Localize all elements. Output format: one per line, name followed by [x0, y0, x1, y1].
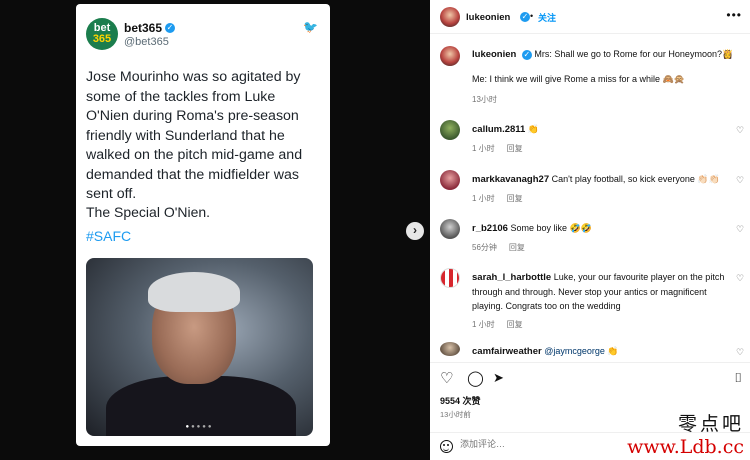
post-header: lukeonien ✓ • 关注 •••	[430, 0, 750, 34]
tweet-author: bet365 ✓ @bet365	[124, 20, 176, 48]
mourinho-photo: ●●●●●	[86, 258, 313, 436]
comment: camfairweather @jaymcgeorge 👏	[472, 344, 722, 360]
comment-username[interactable]: sarah_l_harbottle	[472, 272, 551, 283]
caption-timestamp: 13小时	[472, 95, 497, 104]
comment-username[interactable]: r_b2106	[472, 223, 508, 234]
comment-time: 1 小时	[472, 144, 495, 153]
save-icon[interactable]: ⌷	[734, 370, 742, 386]
comment-avatar[interactable]	[440, 120, 460, 140]
caption-line2: Me: I think we will give Rome a miss for…	[472, 74, 685, 84]
comment-avatar[interactable]	[440, 268, 460, 288]
site-watermark: 零点吧 www.Ldb.cc	[627, 409, 744, 458]
post-side-panel: lukeonien ✓ • 关注 ••• lukeonien ✓ Mrs: Sh…	[430, 0, 750, 460]
watermark-line2: www.Ldb.cc	[627, 436, 744, 458]
carousel-dots: ●●●●●	[185, 424, 214, 430]
like-comment-icon[interactable]: ♡	[736, 348, 744, 357]
tweet-body: Jose Mourinho was so agitated by some of…	[86, 69, 303, 202]
reply-button[interactable]: 回复	[507, 144, 523, 153]
watermark-line1: 零点吧	[677, 413, 744, 435]
emoji-icon[interactable]	[440, 440, 453, 453]
more-options-icon[interactable]: •••	[726, 8, 742, 22]
reply-button[interactable]: 回复	[509, 243, 525, 252]
bet365-logo: bet 365	[86, 18, 118, 50]
comment-username[interactable]: callum.2811	[472, 124, 525, 135]
like-count[interactable]: 9554 次赞	[440, 394, 481, 407]
caption-line1: Mrs: Shall we go to Rome for our Honeymo…	[534, 49, 734, 59]
verified-icon: ✓	[520, 12, 530, 22]
comment-text: @jaymcgeorge 👏	[544, 346, 619, 356]
comment-avatar[interactable]	[440, 342, 460, 356]
tweet-screenshot: bet 365 bet365 ✓ @bet365 🐦 Jose Mourinho…	[76, 4, 330, 446]
comment-time: 1 小时	[472, 320, 495, 329]
caption-username[interactable]: lukeonien	[472, 49, 516, 60]
comment-avatar[interactable]	[440, 170, 460, 190]
comment-avatar[interactable]	[440, 219, 460, 239]
like-comment-icon[interactable]: ♡	[736, 225, 744, 234]
share-icon[interactable]: ➤	[493, 370, 504, 386]
logo-text-line2: 365	[92, 33, 112, 45]
display-name-text: bet365	[124, 20, 163, 35]
comment-text: 👏	[527, 124, 540, 134]
verified-icon: ✓	[165, 22, 176, 33]
comment: callum.2811 👏 1 小时 回复	[472, 122, 722, 154]
comment-time: 1 小时	[472, 194, 495, 203]
post-age: 13小时前	[440, 410, 471, 419]
comment-username[interactable]: markkavanagh27	[472, 174, 549, 185]
comment-username[interactable]: camfairweather	[472, 346, 542, 357]
media-panel: bet 365 bet365 ✓ @bet365 🐦 Jose Mourinho…	[0, 0, 430, 460]
tweet-hashtag: #SAFC	[86, 228, 132, 244]
reply-button[interactable]: 回复	[507, 194, 523, 203]
tweet-signoff: The Special O'Nien.	[86, 204, 211, 220]
author-username[interactable]: lukeonien	[466, 12, 510, 23]
comment-input[interactable]	[460, 439, 610, 449]
twitter-bird-icon: 🐦	[303, 20, 318, 34]
instagram-post-viewer: bet 365 bet365 ✓ @bet365 🐦 Jose Mourinho…	[0, 0, 750, 460]
comment-text: Some boy like 🤣🤣	[510, 223, 592, 233]
tweet-display-name: bet365 ✓	[124, 20, 176, 35]
separator-dot: •	[530, 11, 534, 21]
caption-avatar[interactable]	[440, 46, 460, 66]
like-icon[interactable]: ♡	[440, 369, 453, 387]
comment: markkavanagh27 Can't play football, so k…	[472, 172, 722, 204]
follow-button[interactable]: 关注	[538, 11, 556, 24]
comment-icon[interactable]: ◯	[467, 369, 484, 387]
caption: lukeonien ✓ Mrs: Shall we go to Rome for…	[472, 47, 742, 105]
comment-time: 56分钟	[472, 243, 497, 252]
photo-hair	[148, 272, 240, 312]
tweet-header: bet 365 bet365 ✓ @bet365	[86, 18, 176, 50]
comment-text: Can't play football, so kick everyone 👏🏻…	[551, 174, 720, 184]
like-comment-icon[interactable]: ♡	[736, 126, 744, 135]
reply-button[interactable]: 回复	[507, 320, 523, 329]
verified-icon: ✓	[521, 50, 532, 60]
post-actions: ♡ ◯ ➤ ⌷	[430, 362, 750, 392]
next-slide-button[interactable]: ›	[406, 222, 424, 240]
comment: sarah_l_harbottle Luke, your our favouri…	[472, 270, 727, 330]
like-comment-icon[interactable]: ♡	[736, 274, 744, 283]
like-comment-icon[interactable]: ♡	[736, 176, 744, 185]
comment: r_b2106 Some boy like 🤣🤣 56分钟 回复	[472, 221, 722, 253]
author-avatar[interactable]	[440, 7, 460, 27]
tweet-handle: @bet365	[124, 35, 169, 48]
